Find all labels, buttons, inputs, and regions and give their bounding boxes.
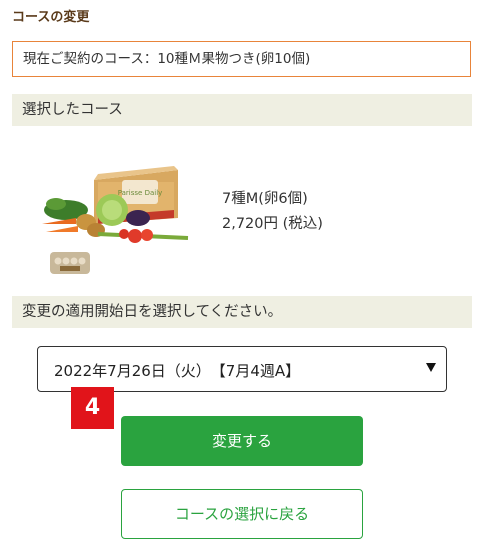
product-name: 7種M(卵6個) xyxy=(222,191,308,207)
dropdown-arrow-icon xyxy=(426,363,436,372)
current-course-box: 現在ご契約のコース：10種Ｍ果物つき(卵10個) xyxy=(12,41,471,77)
product-price: 2,720円 (税込) xyxy=(222,216,323,232)
start-date-heading: 変更の適用開始日を選択してください。 xyxy=(12,296,472,328)
selected-course-heading: 選択したコース xyxy=(12,94,472,126)
change-button[interactable]: 変更する xyxy=(121,416,363,466)
selected-date-value: 2022年7月26日（火） 【7月4週A】 xyxy=(54,362,301,380)
current-course-text: 現在ご契約のコース：10種Ｍ果物つき(卵10個) xyxy=(23,51,311,67)
vegetable-box-image: Parisse Daily xyxy=(42,166,189,274)
svg-text:Parisse Daily: Parisse Daily xyxy=(118,189,163,197)
start-date-select[interactable]: 2022年7月26日（火） 【7月4週A】 xyxy=(37,346,447,392)
back-to-course-selection-button[interactable]: コースの選択に戻る xyxy=(121,489,363,539)
page-title: コースの変更 xyxy=(12,10,90,25)
step-number-badge: 4 xyxy=(71,387,114,429)
